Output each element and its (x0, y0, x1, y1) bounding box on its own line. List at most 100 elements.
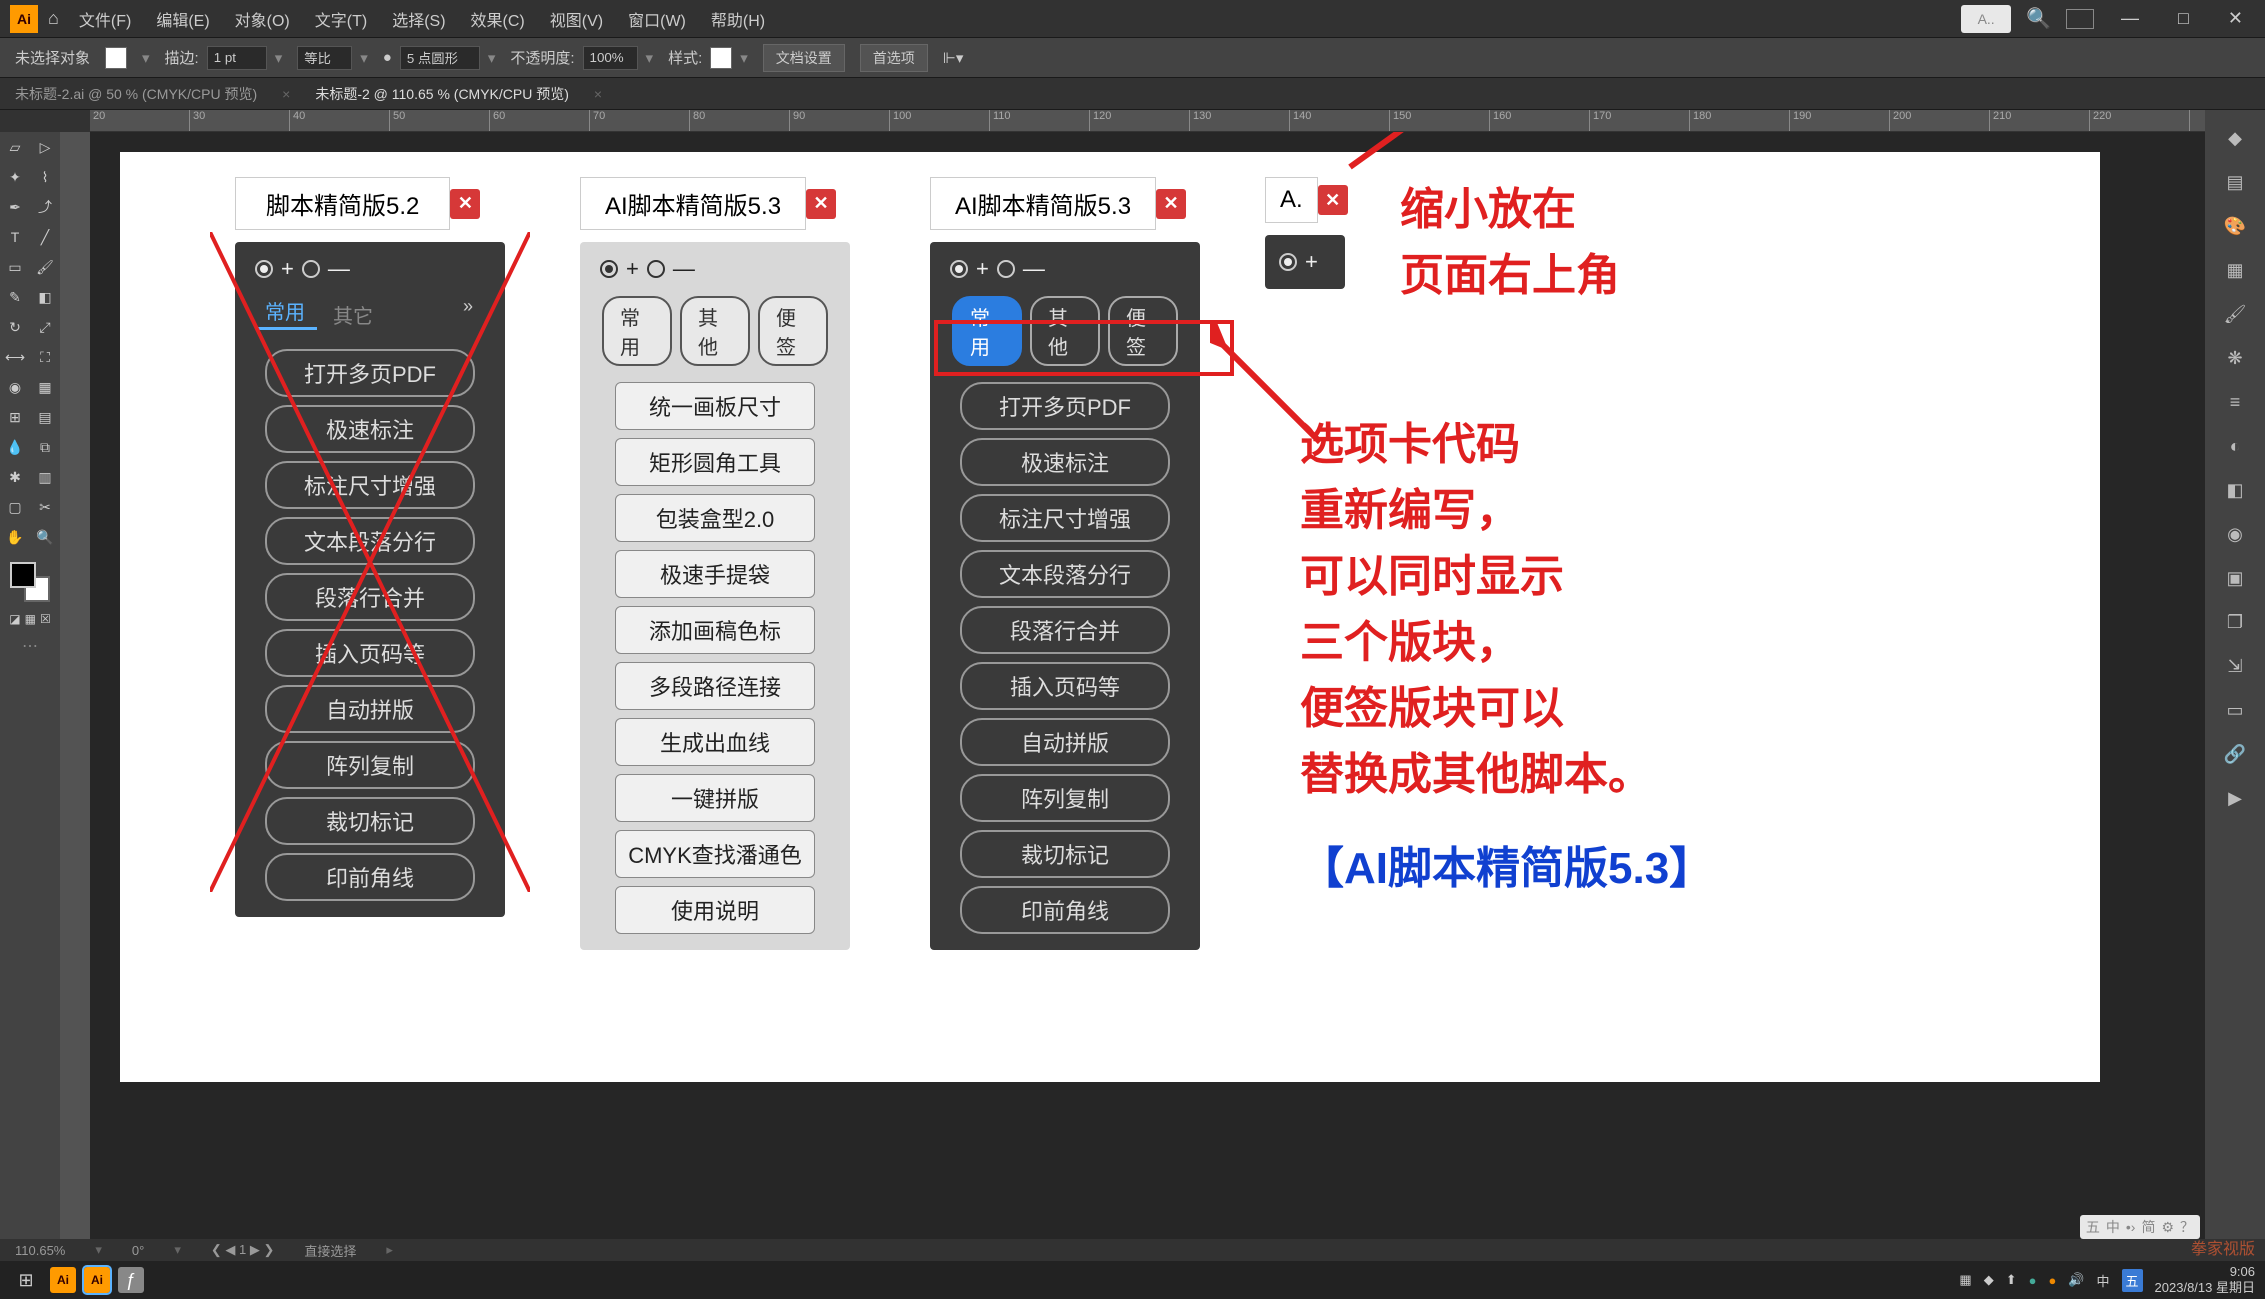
chevron-right-icon[interactable]: » (463, 296, 483, 333)
curvature-tool[interactable]: ⤴ (30, 192, 60, 222)
pen-tool[interactable]: ✒ (0, 192, 30, 222)
menu-select[interactable]: 选择(S) (392, 7, 445, 31)
brush-input[interactable] (400, 46, 480, 70)
panel53dark-btn-1[interactable]: 极速标注 (960, 438, 1170, 486)
doc-setup-button[interactable]: 文档设置 (763, 44, 845, 72)
panel52-btn-7[interactable]: 阵列复制 (265, 741, 475, 789)
menu-edit[interactable]: 编辑(E) (156, 7, 209, 31)
color-mode-icon[interactable]: ◪ (9, 612, 20, 626)
radio-selected-icon[interactable] (600, 260, 618, 278)
align-icon[interactable]: ⊩▾ (943, 49, 964, 67)
taskbar-ai-icon[interactable]: Ai (50, 1267, 76, 1293)
tray-ime-lang[interactable]: 中 (2097, 1271, 2110, 1290)
fill-swatch[interactable] (105, 47, 127, 69)
panel53light-btn-7[interactable]: 一键拼版 (615, 774, 815, 822)
transparency-panel-icon[interactable]: ◧ (2217, 472, 2253, 508)
panel52-btn-9[interactable]: 印前角线 (265, 853, 475, 901)
panel53dark-btn-3[interactable]: 文本段落分行 (960, 550, 1170, 598)
tray-volume-icon[interactable]: 🔊 (2068, 1272, 2084, 1288)
panel53light-btn-4[interactable]: 添加画稿色标 (615, 606, 815, 654)
blend-tool[interactable]: ⧉ (30, 432, 60, 462)
panel53light-btn-3[interactable]: 极速手提袋 (615, 550, 815, 598)
artboards-panel-icon[interactable]: ▭ (2217, 692, 2253, 728)
symbol-sprayer-tool[interactable]: ✱ (0, 462, 30, 492)
artboard-nav[interactable]: ❮ ◀ 1 ▶ ❯ (211, 1242, 274, 1258)
panel53dark-close-button[interactable]: ✕ (1156, 189, 1186, 219)
magic-wand-tool[interactable]: ✦ (0, 162, 30, 192)
rectangle-tool[interactable]: ▭ (0, 252, 30, 282)
panel52-tab-common[interactable]: 常用 (257, 296, 317, 333)
panel53dark-tab-0[interactable]: 常用 (952, 296, 1022, 366)
shaper-tool[interactable]: ✎ (0, 282, 30, 312)
symbols-panel-icon[interactable]: ❋ (2217, 340, 2253, 376)
lasso-tool[interactable]: ⌇ (30, 162, 60, 192)
gradient-panel-icon[interactable]: ◐ (2217, 428, 2253, 464)
panel-mini-close-button[interactable]: ✕ (1318, 185, 1348, 215)
menu-effect[interactable]: 效果(C) (471, 7, 525, 31)
tray-icon[interactable]: ⬆ (2006, 1272, 2017, 1288)
panel53light-tab-1[interactable]: 其他 (680, 296, 750, 366)
panel53light-btn-9[interactable]: 使用说明 (615, 886, 815, 934)
rotate-tool[interactable]: ↻ (0, 312, 30, 342)
layers-panel-icon[interactable]: ❐ (2217, 604, 2253, 640)
panel52-tab-other[interactable]: 其它 (325, 296, 381, 333)
edit-toolbar-icon[interactable]: ⋯ (0, 636, 60, 656)
brushes-panel-icon[interactable]: 🖌 (2217, 296, 2253, 332)
hand-tool[interactable]: ✋ (0, 522, 30, 552)
panel53light-btn-1[interactable]: 矩形圆角工具 (615, 438, 815, 486)
none-mode-icon[interactable]: ☒ (40, 612, 51, 626)
tray-icon[interactable]: ● (2029, 1273, 2037, 1288)
stroke-weight-input[interactable] (207, 46, 267, 70)
artboard-tool[interactable]: ▢ (0, 492, 30, 522)
direct-selection-tool[interactable]: ▷ (30, 132, 60, 162)
panel53dark-tab-2[interactable]: 便签 (1108, 296, 1178, 366)
panel52-btn-8[interactable]: 裁切标记 (265, 797, 475, 845)
width-tool[interactable]: ⟷ (0, 342, 30, 372)
eyedropper-tool[interactable]: 💧 (0, 432, 30, 462)
radio-selected-icon[interactable] (1279, 253, 1297, 271)
color-panel-icon[interactable]: 🎨 (2217, 208, 2253, 244)
panel53light-tab-2[interactable]: 便签 (758, 296, 828, 366)
rotation[interactable]: 0° (132, 1243, 144, 1258)
panel53dark-btn-9[interactable]: 印前角线 (960, 886, 1170, 934)
panel52-btn-2[interactable]: 标注尺寸增强 (265, 461, 475, 509)
panel52-close-button[interactable]: ✕ (450, 189, 480, 219)
type-tool[interactable]: T (0, 222, 30, 252)
paintbrush-tool[interactable]: 🖌 (30, 252, 60, 282)
doc-tab-1[interactable]: 未标题-2.ai @ 50 % (CMYK/CPU 预览) (15, 84, 257, 104)
perspective-tool[interactable]: ▦ (30, 372, 60, 402)
start-button[interactable]: ⊞ (10, 1264, 42, 1296)
panel53light-close-button[interactable]: ✕ (806, 189, 836, 219)
menu-object[interactable]: 对象(O) (235, 7, 290, 31)
actions-panel-icon[interactable]: ▶ (2217, 780, 2253, 816)
panel52-btn-6[interactable]: 自动拼版 (265, 685, 475, 733)
panel52-btn-0[interactable]: 打开多页PDF (265, 349, 475, 397)
zoom-tool[interactable]: 🔍 (30, 522, 60, 552)
asset-export-panel-icon[interactable]: ⇲ (2217, 648, 2253, 684)
radio-unselected-icon[interactable] (302, 260, 320, 278)
line-tool[interactable]: ╱ (30, 222, 60, 252)
graphic-styles-panel-icon[interactable]: ▣ (2217, 560, 2253, 596)
panel53dark-btn-2[interactable]: 标注尺寸增强 (960, 494, 1170, 542)
style-swatch[interactable] (710, 47, 732, 69)
menu-type[interactable]: 文字(T) (315, 7, 367, 31)
panel52-btn-1[interactable]: 极速标注 (265, 405, 475, 453)
stroke-panel-icon[interactable]: ≡ (2217, 384, 2253, 420)
arrange-documents-icon[interactable] (2066, 9, 2094, 29)
panel53dark-btn-8[interactable]: 裁切标记 (960, 830, 1170, 878)
ime-indicator[interactable]: 五 中 •› 简 ⚙ ？ (2080, 1215, 2200, 1239)
maximize-button[interactable]: □ (2166, 8, 2201, 29)
radio-selected-icon[interactable] (950, 260, 968, 278)
panel53light-btn-0[interactable]: 统一画板尺寸 (615, 382, 815, 430)
uniform-input[interactable] (297, 46, 352, 70)
opacity-input[interactable] (583, 46, 638, 70)
panel53light-btn-6[interactable]: 生成出血线 (615, 718, 815, 766)
doc-tab-2[interactable]: 未标题-2 @ 110.65 % (CMYK/CPU 预览) (315, 84, 569, 104)
scale-tool[interactable]: ⤢ (30, 312, 60, 342)
panel53dark-btn-5[interactable]: 插入页码等 (960, 662, 1170, 710)
selection-tool[interactable]: ▱ (0, 132, 30, 162)
menu-view[interactable]: 视图(V) (550, 7, 603, 31)
home-icon[interactable]: ⌂ (48, 8, 59, 29)
panel53light-btn-8[interactable]: CMYK查找潘通色 (615, 830, 815, 878)
radio-unselected-icon[interactable] (997, 260, 1015, 278)
